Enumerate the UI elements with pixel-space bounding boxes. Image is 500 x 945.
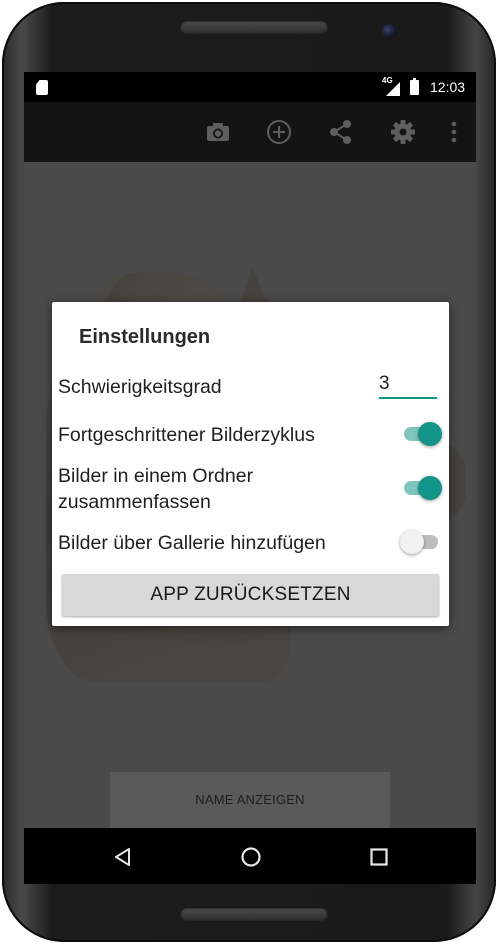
advanced-cycle-toggle[interactable] <box>402 422 442 446</box>
overflow-menu-icon[interactable] <box>440 118 468 146</box>
gallery-toggle[interactable] <box>400 530 440 554</box>
battery-icon <box>410 78 419 95</box>
folder-label-line2: zusammenfassen <box>58 491 211 513</box>
front-camera <box>382 24 396 38</box>
folder-label-line1: Bilder in einem Ordner <box>58 465 254 487</box>
recents-icon[interactable] <box>368 846 390 868</box>
settings-gear-icon[interactable] <box>389 118 417 146</box>
signal-icon <box>386 82 400 96</box>
toggle-thumb <box>400 530 424 554</box>
difficulty-label: Schwierigkeitsgrad <box>58 376 222 398</box>
screen: 4G 12:03 NAME ANZEIGEN Einstellungen Sch… <box>24 72 476 884</box>
settings-dialog: Einstellungen Schwierigkeitsgrad Fortges… <box>52 302 449 626</box>
home-icon[interactable] <box>240 846 262 868</box>
sd-card-icon <box>36 80 48 95</box>
status-time: 12:03 <box>430 79 466 95</box>
gallery-label: Bilder über Gallerie hinzufügen <box>58 532 326 554</box>
toggle-thumb <box>418 422 442 446</box>
bottom-speaker <box>180 907 328 921</box>
toggle-thumb <box>418 476 442 500</box>
share-icon[interactable] <box>327 118 355 146</box>
navigation-bar <box>24 828 476 884</box>
top-speaker <box>180 20 328 34</box>
dialog-title: Einstellungen <box>79 326 211 348</box>
show-name-button[interactable]: NAME ANZEIGEN <box>110 772 390 828</box>
add-circle-icon[interactable] <box>265 118 293 146</box>
reset-app-button[interactable]: APP ZURÜCKSETZEN <box>62 574 439 616</box>
advanced-cycle-label: Fortgeschrittener Bilderzyklus <box>58 424 315 446</box>
status-bar: 4G 12:03 <box>24 72 476 102</box>
back-icon[interactable] <box>112 846 134 868</box>
folder-toggle[interactable] <box>402 476 442 500</box>
difficulty-input[interactable] <box>379 371 437 399</box>
camera-icon[interactable] <box>204 118 232 146</box>
app-toolbar <box>24 102 476 162</box>
